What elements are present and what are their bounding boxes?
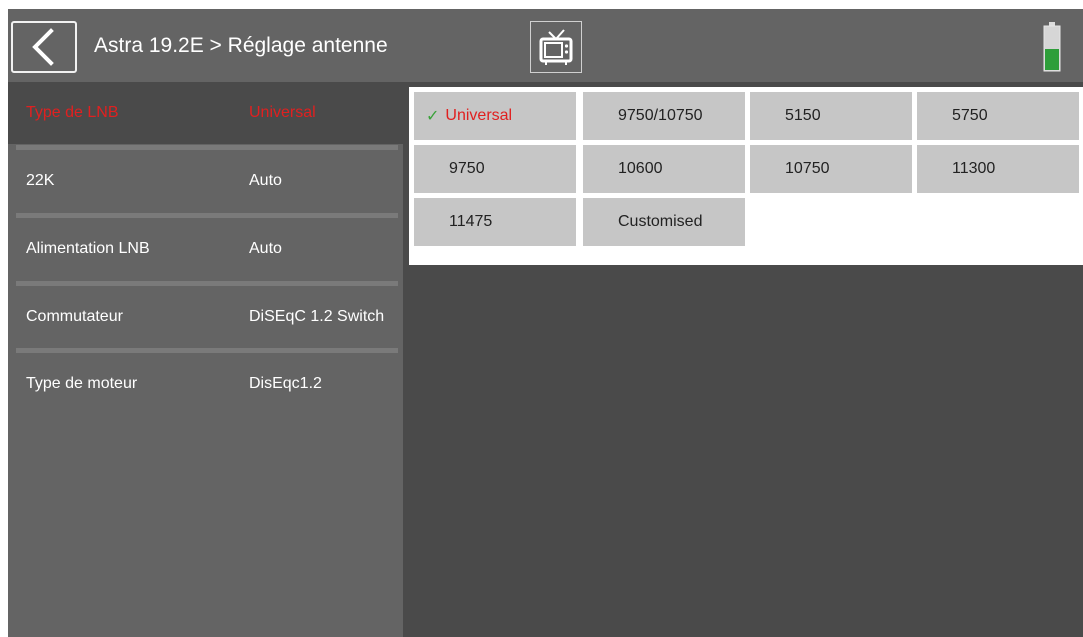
back-button[interactable] bbox=[11, 21, 77, 73]
setting-value: Auto bbox=[249, 240, 282, 257]
battery-icon bbox=[1043, 22, 1061, 72]
check-icon: ✓ bbox=[426, 108, 440, 125]
lnb-option-10600[interactable]: 10600 bbox=[583, 145, 745, 193]
option-label: 9750/10750 bbox=[618, 107, 703, 124]
option-label: 11300 bbox=[952, 160, 996, 177]
setting-22k[interactable]: 22K Auto bbox=[8, 150, 403, 212]
setting-label: Type de moteur bbox=[26, 375, 138, 392]
option-label: 11475 bbox=[449, 213, 493, 230]
lnb-option-customised[interactable]: Customised bbox=[583, 198, 745, 246]
tv-button[interactable] bbox=[530, 21, 582, 73]
setting-label: 22K bbox=[26, 172, 55, 189]
option-label: Customised bbox=[618, 213, 703, 230]
option-label: 5150 bbox=[785, 107, 821, 124]
setting-value: Auto bbox=[249, 172, 282, 189]
settings-list: Type de LNB Universal 22K Auto Alimentat… bbox=[8, 82, 403, 637]
setting-value: DiSEqC 1.2 Switch bbox=[249, 308, 385, 325]
setting-switch[interactable]: Commutateur DiSEqC 1.2 Switch bbox=[8, 286, 403, 348]
header-bar: Astra 19.2E > Réglage antenne bbox=[8, 9, 1083, 82]
setting-lnb-type[interactable]: Type de LNB Universal bbox=[8, 82, 403, 144]
option-label: 10750 bbox=[785, 160, 830, 177]
option-label: 10600 bbox=[618, 160, 663, 177]
setting-lnb-power[interactable]: Alimentation LNB Auto bbox=[8, 218, 403, 280]
tv-icon bbox=[539, 29, 573, 65]
lnb-option-11475[interactable]: 11475 bbox=[414, 198, 576, 246]
setting-value: DisEqc1.2 bbox=[249, 375, 322, 392]
setting-label: Alimentation LNB bbox=[26, 240, 150, 257]
setting-motor-type[interactable]: Type de moteur DisEqc1.2 bbox=[8, 353, 403, 415]
lnb-options-panel: ✓ Universal 9750/10750 5150 5750 9750 10… bbox=[409, 87, 1083, 265]
option-label: 9750 bbox=[449, 160, 485, 177]
page-title: Astra 19.2E > Réglage antenne bbox=[94, 34, 388, 57]
setting-label: Type de LNB bbox=[26, 104, 119, 121]
lnb-option-11300[interactable]: 11300 bbox=[917, 145, 1079, 193]
option-label: 5750 bbox=[952, 107, 988, 124]
lnb-option-5750[interactable]: 5750 bbox=[917, 92, 1079, 140]
app-screen: Astra 19.2E > Réglage antenne Type de LN… bbox=[8, 9, 1083, 637]
chevron-left-icon bbox=[32, 28, 54, 66]
setting-label: Commutateur bbox=[26, 308, 123, 325]
lnb-option-9750[interactable]: 9750 bbox=[414, 145, 576, 193]
lnb-option-5150[interactable]: 5150 bbox=[750, 92, 912, 140]
lnb-option-10750[interactable]: 10750 bbox=[750, 145, 912, 193]
lnb-option-9750-10750[interactable]: 9750/10750 bbox=[583, 92, 745, 140]
setting-value: Universal bbox=[249, 104, 316, 121]
lnb-option-universal[interactable]: ✓ Universal bbox=[414, 92, 576, 140]
option-label: Universal bbox=[445, 107, 513, 124]
